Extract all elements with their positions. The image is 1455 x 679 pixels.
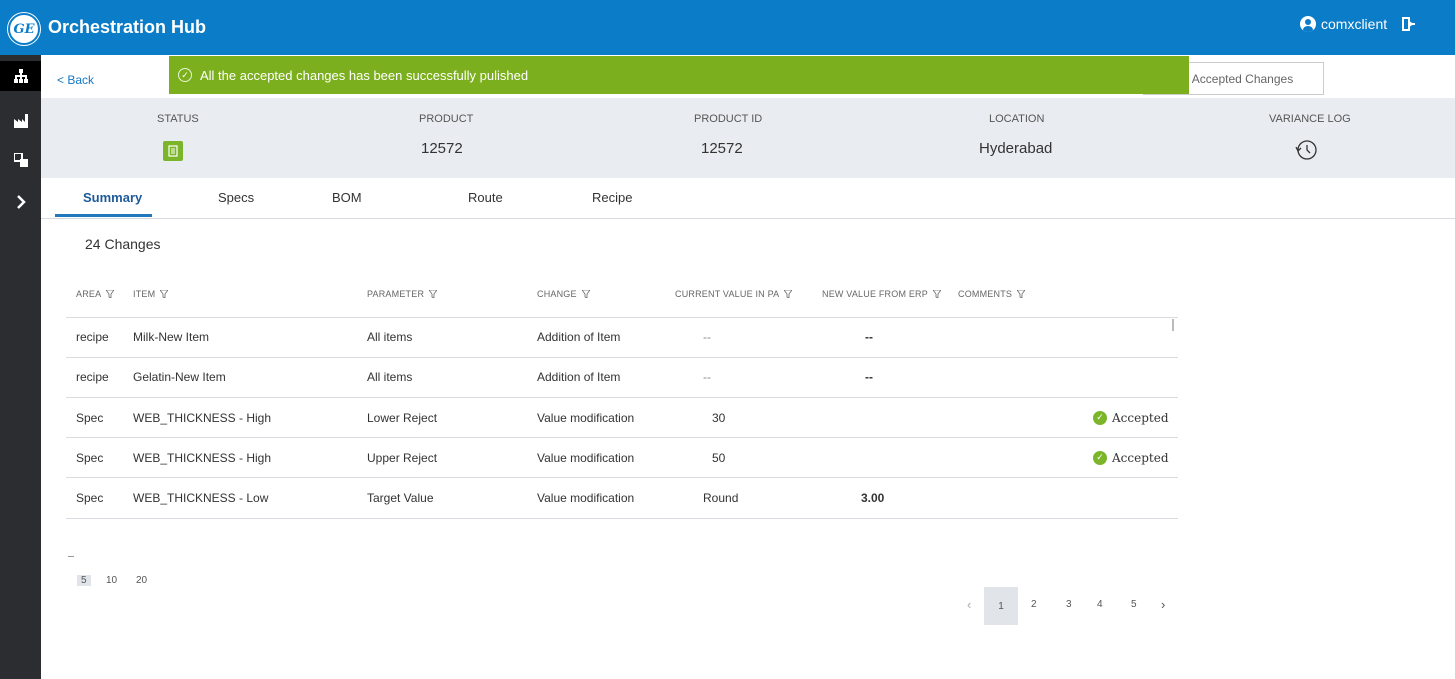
- layers-icon[interactable]: [0, 145, 41, 175]
- row-divider: [66, 518, 1178, 519]
- back-link[interactable]: < Back: [57, 73, 94, 87]
- filter-icon[interactable]: [932, 289, 942, 300]
- status-document-icon: [163, 141, 183, 161]
- tab-route[interactable]: Route: [468, 190, 503, 205]
- cell-item: Gelatin-New Item: [133, 370, 226, 384]
- cell-area: Spec: [76, 491, 104, 505]
- cell-current-value: --: [703, 330, 711, 344]
- user-icon: [1300, 16, 1316, 32]
- cell-change: Addition of Item: [537, 370, 621, 384]
- sidebar: [0, 55, 41, 679]
- cell-parameter: Target Value: [367, 491, 434, 505]
- cell-area: recipe: [76, 370, 109, 384]
- status-label: STATUS: [157, 113, 199, 125]
- cell-item: WEB_THICKNESS - Low: [133, 491, 269, 505]
- tab-bar: Summary Specs BOM Route Recipe: [41, 178, 1455, 219]
- page-button[interactable]: 2: [1031, 599, 1037, 610]
- ge-logo: GE: [8, 13, 40, 45]
- top-bar: GE Orchestration Hub comxclient: [0, 0, 1455, 55]
- cell-change: Addition of Item: [537, 330, 621, 344]
- changes-count: 24 Changes: [85, 236, 161, 252]
- filter-icon[interactable]: [159, 289, 170, 300]
- tab-specs[interactable]: Specs: [218, 190, 254, 205]
- cell-change: Value modification: [537, 451, 635, 465]
- cell-area: Spec: [76, 411, 104, 425]
- next-page-button[interactable]: ›: [1161, 597, 1165, 612]
- product-id-value: 12572: [701, 140, 743, 157]
- row-divider: [66, 437, 1178, 438]
- tab-summary[interactable]: Summary: [83, 190, 142, 205]
- column-header-item[interactable]: ITEM: [133, 289, 170, 300]
- check-circle-icon: ✓: [1093, 411, 1107, 425]
- cell-parameter: All items: [367, 370, 413, 384]
- row-divider: [66, 477, 1178, 478]
- product-id-label: PRODUCT ID: [694, 113, 763, 125]
- tab-recipe[interactable]: Recipe: [592, 190, 632, 205]
- prev-page-button[interactable]: ‹: [967, 597, 971, 612]
- row-divider: [66, 317, 1178, 318]
- row-divider: [66, 397, 1178, 398]
- cell-current-value: Round: [703, 491, 739, 505]
- column-header-parameter[interactable]: PARAMETER: [367, 289, 438, 300]
- tab-bom[interactable]: BOM: [332, 190, 362, 205]
- active-tab-indicator: [55, 214, 152, 217]
- page-button-current[interactable]: 1: [984, 587, 1018, 625]
- row-divider: [66, 357, 1178, 358]
- product-info-panel: STATUS PRODUCT 12572 PRODUCT ID 12572 LO…: [41, 98, 1455, 178]
- cell-new-value: 3.00: [861, 491, 885, 505]
- history-clock-icon[interactable]: [1293, 137, 1319, 163]
- cell-area: recipe: [76, 330, 109, 344]
- check-circle-icon: ✓: [178, 68, 192, 82]
- cell-item: WEB_THICKNESS - High: [133, 451, 272, 465]
- column-header-new-value[interactable]: NEW VALUE FROM ERP: [822, 289, 942, 300]
- cell-change: Value modification: [537, 411, 635, 425]
- hierarchy-icon[interactable]: [0, 61, 41, 91]
- filter-icon[interactable]: [428, 289, 438, 300]
- filter-icon[interactable]: [1016, 289, 1026, 300]
- cell-item: Milk-New Item: [133, 330, 210, 344]
- cell-parameter: Lower Reject: [367, 411, 438, 425]
- toast-message: All the accepted changes has been succes…: [200, 67, 529, 83]
- cell-change: Value modification: [537, 491, 635, 505]
- chevron-right-icon[interactable]: [0, 187, 41, 217]
- cell-current-value: 30: [712, 411, 726, 425]
- product-label: PRODUCT: [419, 113, 474, 125]
- location-value: Hyderabad: [979, 140, 1053, 157]
- cell-item: WEB_THICKNESS - High: [133, 411, 272, 425]
- page-button[interactable]: 4: [1097, 599, 1103, 610]
- filter-icon[interactable]: [783, 289, 794, 300]
- filter-icon[interactable]: [105, 289, 116, 300]
- column-header-change[interactable]: CHANGE: [537, 289, 591, 300]
- cell-current-value: --: [703, 370, 711, 384]
- scrollbar[interactable]: [1172, 319, 1174, 331]
- factory-icon[interactable]: [0, 106, 41, 136]
- cell-parameter: All items: [367, 330, 413, 344]
- filter-icon[interactable]: [580, 289, 591, 300]
- column-header-current-value[interactable]: CURRENT VALUE IN PA: [675, 289, 794, 300]
- username: comxclient: [1321, 16, 1388, 32]
- column-header-area[interactable]: AREA: [76, 289, 116, 300]
- location-label: LOCATION: [989, 113, 1045, 125]
- page-button[interactable]: 3: [1066, 599, 1072, 610]
- accepted-status: ✓ Accepted: [1093, 451, 1169, 465]
- product-value: 12572: [421, 140, 463, 157]
- variance-log-label: VARIANCE LOG: [1269, 113, 1351, 125]
- column-header-comments[interactable]: COMMENTS: [958, 289, 1026, 300]
- divider: [68, 556, 74, 557]
- cell-new-value: --: [865, 370, 873, 384]
- accepted-status: ✓ Accepted: [1093, 411, 1169, 425]
- cell-parameter: Upper Reject: [367, 451, 438, 465]
- check-circle-icon: ✓: [1093, 451, 1107, 465]
- user-menu[interactable]: comxclient: [1300, 16, 1387, 32]
- cell-new-value: --: [865, 330, 873, 344]
- success-toast: ✓ All the accepted changes has been succ…: [169, 56, 1189, 94]
- cell-area: Spec: [76, 451, 104, 465]
- app-title: Orchestration Hub: [48, 17, 207, 37]
- page-size-option[interactable]: 5: [77, 575, 91, 586]
- page-size-option[interactable]: 20: [136, 575, 147, 586]
- cell-current-value: 50: [712, 451, 726, 465]
- logout-icon[interactable]: [1400, 15, 1418, 33]
- page-button[interactable]: 5: [1131, 599, 1137, 610]
- page-size-option[interactable]: 10: [106, 575, 117, 586]
